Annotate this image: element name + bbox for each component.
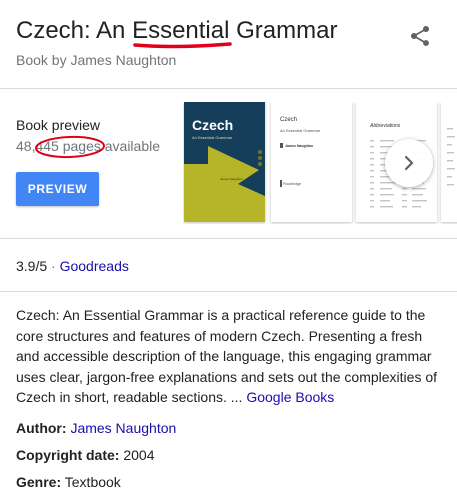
title-page-thumbnail[interactable]: Czech An Essential Grammar James Naughto… [271,102,352,222]
title-page-publisher: Routledge [283,181,302,186]
cover-author: James Naughton [220,177,243,181]
knowledge-panel: Czech: An Essential Grammar Book by Jame… [0,0,457,500]
copyright-value: 2004 [123,447,155,463]
genre-label: Genre: [16,474,62,490]
book-preview-label: Book preview [16,117,101,133]
author-label: Author: [16,420,67,436]
description-text: Czech: An Essential Grammar is a practic… [16,307,438,405]
share-icon[interactable] [408,24,432,48]
chevron-right-icon [404,155,414,171]
divider [0,291,457,292]
cover-title: Czech [192,117,234,133]
divider [0,238,457,239]
pages-available-text: 48,445 pages available [16,138,161,154]
title-page-subtitle: An Essential Grammar [280,128,321,133]
publisher-logo [280,180,282,187]
title-page-author: James Naughton [285,144,314,148]
divider [0,88,457,89]
copyright-label: Copyright date: [16,447,120,463]
author-fact: Author: James Naughton [16,420,176,436]
title-page-title: Czech [280,117,298,123]
next-page-text-lines [447,128,455,186]
genre-fact: Genre: Textbook [16,474,121,490]
title-page-marker [280,143,283,148]
rating-row: 3.9/5 · Goodreads [16,258,129,274]
book-subtitle: Book by James Naughton [16,52,177,68]
next-page-thumbnail[interactable] [441,102,457,222]
next-preview-button[interactable] [385,139,433,187]
book-description: Czech: An Essential Grammar is a practic… [16,305,444,408]
copyright-fact: Copyright date: 2004 [16,447,155,463]
google-books-link[interactable]: Google Books [246,389,334,405]
author-link[interactable]: James Naughton [70,420,176,436]
goodreads-link[interactable]: Goodreads [60,258,129,274]
cover-subtitle: An Essential Grammar [192,135,233,140]
rating-separator: · [51,258,56,274]
book-title: Czech: An Essential Grammar [16,17,338,44]
rating-score: 3.9/5 [16,258,48,274]
book-cover-thumbnail[interactable]: Czech An Essential Grammar James Naughto… [184,102,265,222]
genre-value: Textbook [64,474,121,490]
panel-header: Czech: An Essential Grammar Book by Jame… [0,0,457,88]
preview-button[interactable]: PREVIEW [16,172,99,206]
